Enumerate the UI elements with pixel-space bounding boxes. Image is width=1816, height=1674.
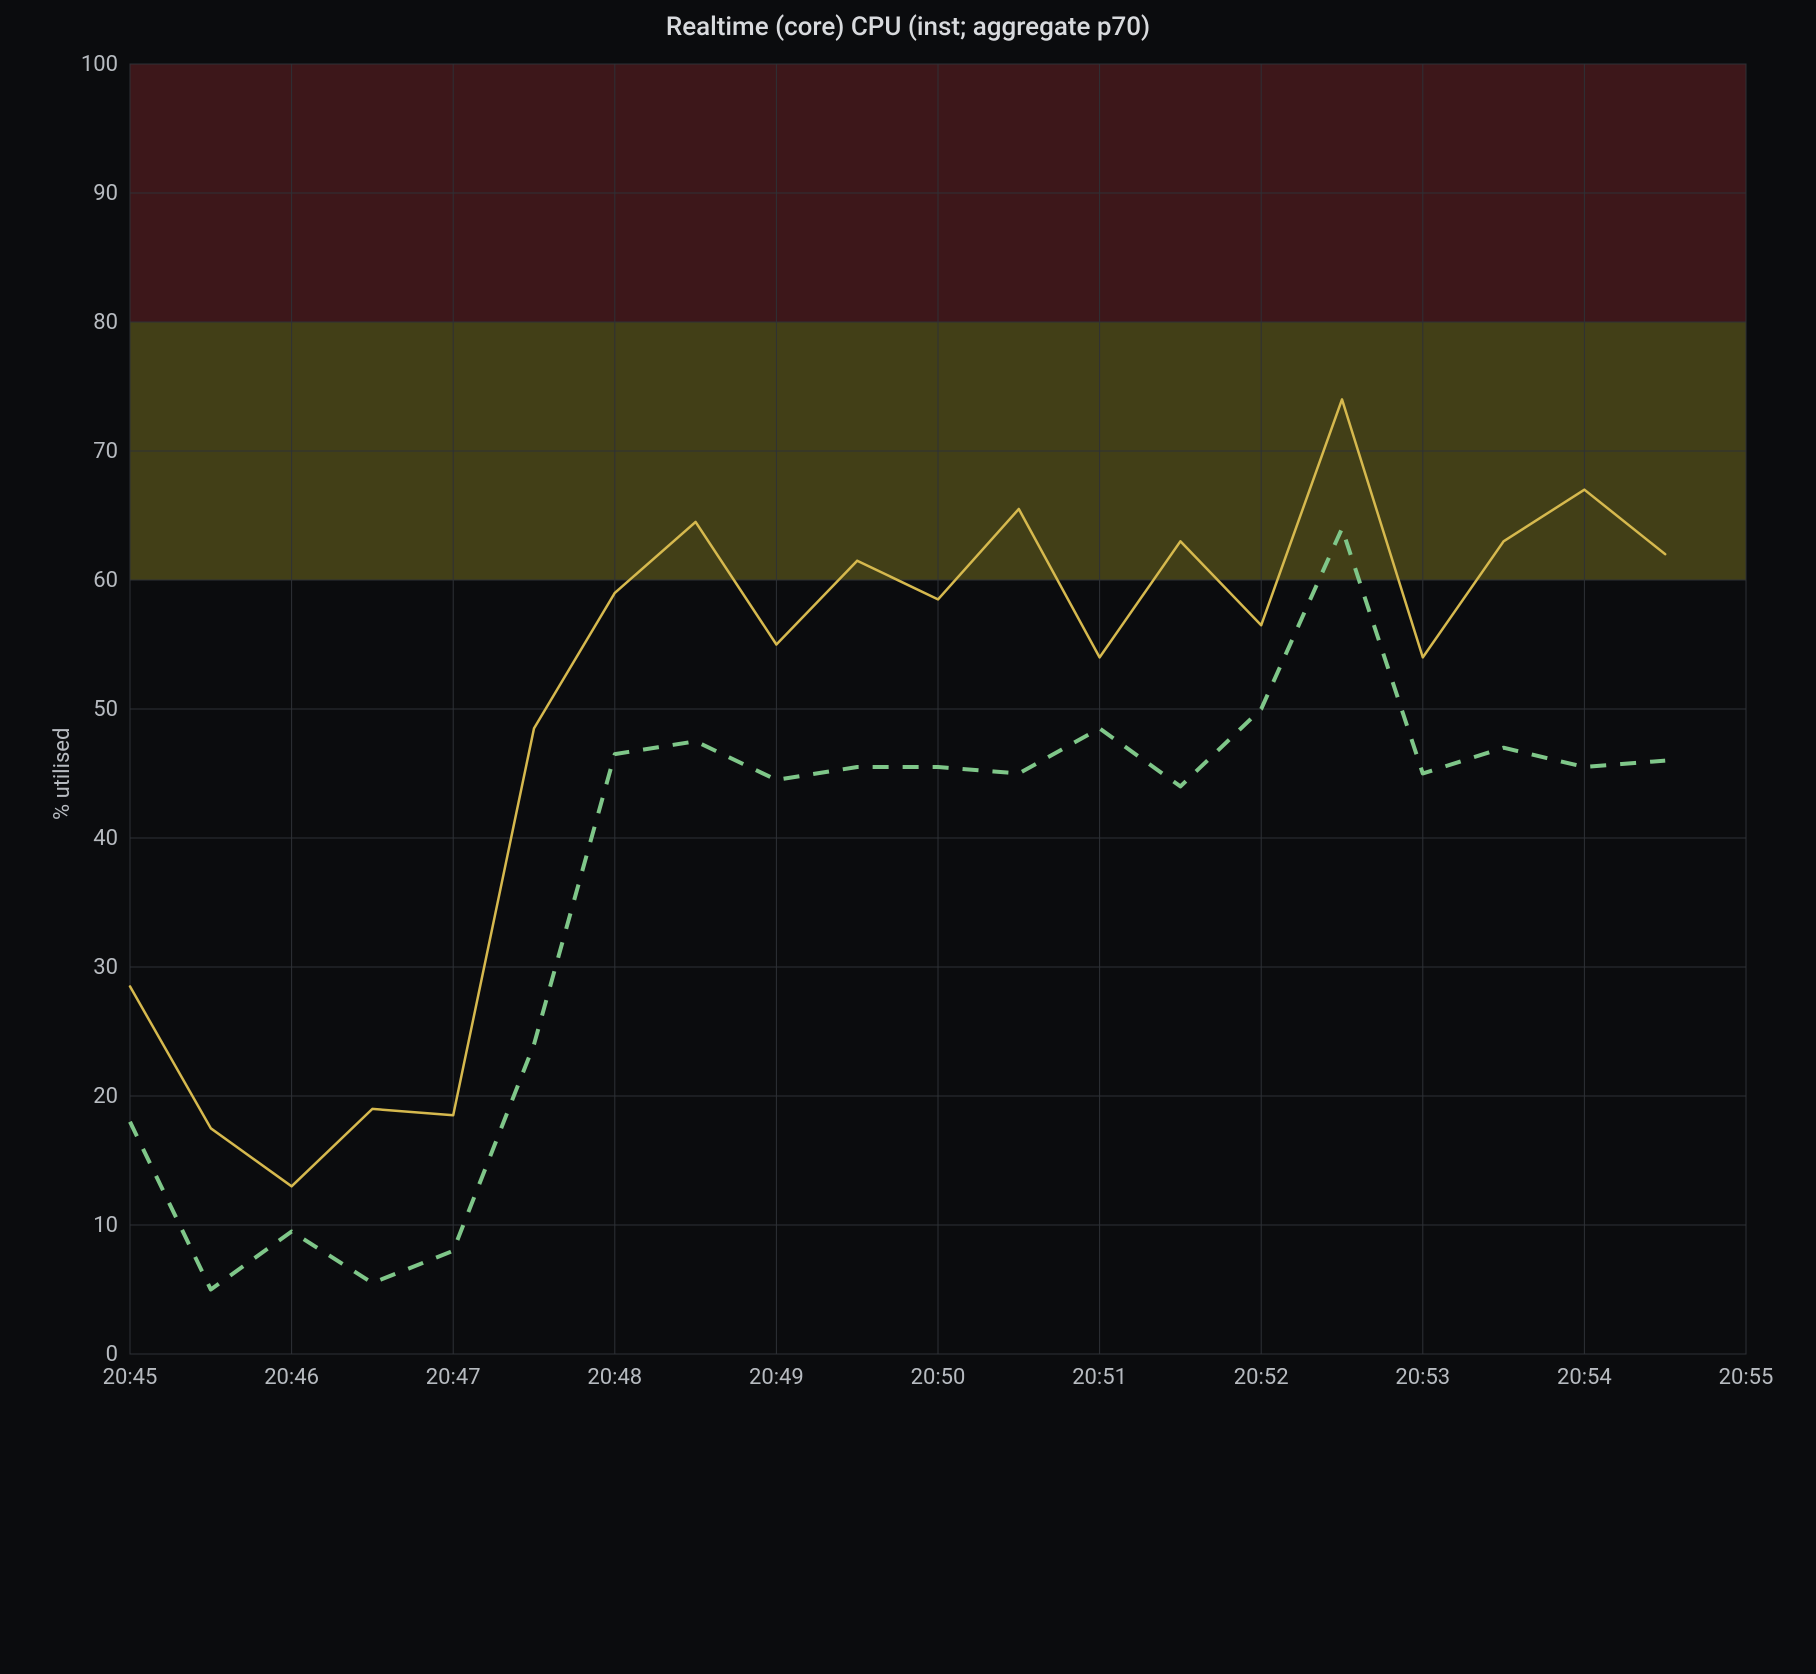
y-tick-label: 60 (93, 568, 118, 593)
chart-svg: 010203040506070809010020:4520:4620:4720:… (60, 60, 1756, 1404)
x-tick-label: 20:46 (264, 1365, 319, 1390)
y-tick-label: 40 (93, 826, 118, 851)
x-tick-label: 20:45 (103, 1365, 158, 1390)
x-tick-label: 20:54 (1557, 1365, 1612, 1390)
x-tick-label: 20:53 (1395, 1365, 1450, 1390)
x-tick-label: 20:50 (911, 1365, 966, 1390)
chart-plot-wrap: % utilised 010203040506070809010020:4520… (60, 60, 1756, 1404)
x-tick-label: 20:51 (1072, 1365, 1127, 1390)
y-tick-label: 90 (93, 181, 118, 206)
y-tick-label: 80 (93, 310, 118, 335)
y-tick-label: 100 (81, 52, 118, 77)
x-tick-label: 20:52 (1234, 1365, 1289, 1390)
x-tick-label: 20:47 (426, 1365, 481, 1390)
y-tick-label: 50 (93, 697, 118, 722)
y-tick-label: 0 (106, 1342, 118, 1367)
y-tick-label: 70 (93, 439, 118, 464)
series-line-series-green-dashed (130, 528, 1665, 1289)
x-tick-label: 20:55 (1719, 1365, 1774, 1390)
chart-panel: Realtime (core) CPU (inst; aggregate p70… (0, 0, 1816, 1674)
chart-title: Realtime (core) CPU (inst; aggregate p70… (0, 12, 1816, 42)
y-tick-label: 20 (93, 1084, 118, 1109)
x-tick-label: 20:49 (749, 1365, 804, 1390)
x-tick-label: 20:48 (587, 1365, 642, 1390)
y-tick-label: 30 (93, 955, 118, 980)
y-tick-label: 10 (93, 1213, 118, 1238)
